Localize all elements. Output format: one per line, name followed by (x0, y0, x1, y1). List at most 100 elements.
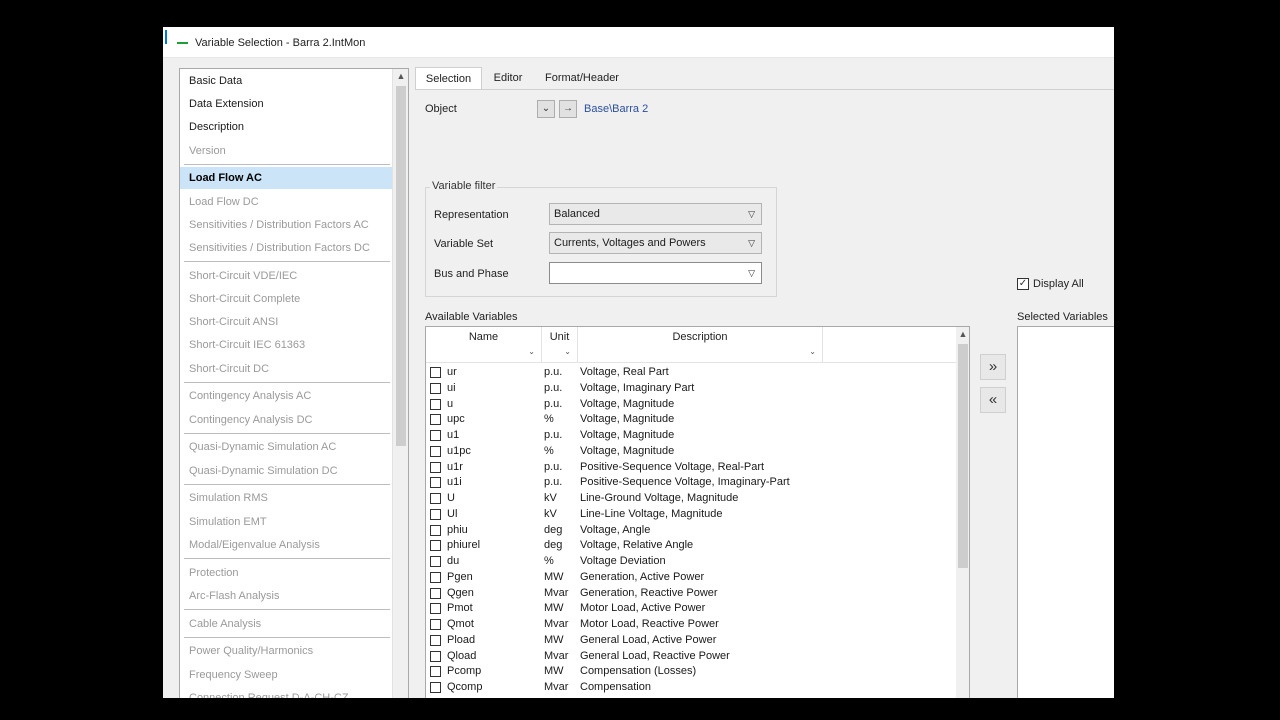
row-checkbox[interactable] (430, 508, 441, 520)
row-checkbox[interactable] (430, 524, 441, 536)
nav-item[interactable]: Load Flow AC (180, 167, 392, 190)
row-checkbox[interactable] (430, 540, 441, 552)
row-checkbox[interactable] (430, 477, 441, 489)
nav-item[interactable]: Simulation EMT (180, 511, 392, 533)
nav-item[interactable]: Cable Analysis (180, 613, 392, 635)
table-row[interactable]: Pload MW General Load, Active Power (426, 633, 956, 649)
nav-item[interactable]: Quasi-Dynamic Simulation DC (180, 460, 392, 482)
column-unit-header[interactable]: Unit ⌄ (542, 327, 578, 363)
variable-unit-cell: p.u. (544, 381, 563, 394)
nav-item[interactable]: Power Quality/Harmonics (180, 640, 392, 662)
variable-set-select[interactable]: Currents, Voltages and Powers ▽ (549, 232, 762, 254)
row-checkbox[interactable] (430, 430, 441, 441)
variable-name-cell: Ul (447, 507, 458, 520)
scroll-up-icon[interactable]: ▲ (956, 329, 969, 339)
table-row[interactable]: u1 p.u. Voltage, Magnitude (426, 428, 956, 444)
row-checkbox[interactable] (430, 634, 441, 646)
table-row[interactable]: Pgen MW Generation, Active Power (426, 570, 956, 586)
table-row[interactable]: Qmot Mvar Motor Load, Reactive Power (426, 617, 956, 633)
variable-unit-cell: deg (544, 539, 563, 552)
nav-scroll-thumb[interactable] (396, 86, 406, 446)
tab-selection[interactable]: Selection (415, 67, 482, 89)
bus-phase-select[interactable]: ▽ (549, 262, 762, 284)
row-checkbox[interactable] (430, 398, 441, 410)
nav-item[interactable]: Modal/Eigenvalue Analysis (180, 534, 392, 556)
tab-format-header[interactable]: Format/Header (535, 67, 629, 89)
row-checkbox[interactable] (430, 650, 441, 662)
nav-item[interactable]: Quasi-Dynamic Simulation AC (180, 436, 392, 458)
table-scrollbar[interactable]: ▲ (956, 327, 969, 698)
nav-item[interactable]: Version (180, 140, 392, 162)
row-checkbox[interactable] (430, 556, 441, 567)
nav-scrollbar[interactable]: ▲ (392, 69, 408, 698)
table-row[interactable]: Qcomp Mvar Compensation (426, 680, 956, 696)
add-variable-button[interactable]: » (980, 354, 1006, 380)
display-all-checkbox[interactable]: ✓ (1017, 278, 1029, 290)
row-checkbox[interactable] (430, 603, 441, 615)
tab-editor[interactable]: Editor (485, 67, 531, 89)
table-scroll-thumb[interactable] (958, 344, 968, 568)
column-description-header[interactable]: Description ⌄ (578, 327, 823, 363)
table-row[interactable]: phiurel deg Voltage, Relative Angle (426, 538, 956, 554)
chevron-down-icon[interactable]: ⌄ (809, 347, 816, 356)
table-row[interactable]: Qgen Mvar Generation, Reactive Power (426, 586, 956, 602)
row-checkbox[interactable] (430, 493, 441, 504)
table-row[interactable]: upc% Voltage, Magnitude (426, 412, 956, 428)
table-row[interactable]: UkV Line-Ground Voltage, Magnitude (426, 491, 956, 507)
row-checkbox[interactable] (430, 461, 441, 473)
nav-item[interactable]: Contingency Analysis AC (180, 385, 392, 407)
row-checkbox[interactable] (430, 571, 441, 583)
representation-select[interactable]: Balanced ▽ (549, 203, 762, 225)
variable-description-cell: Line-Line Voltage, Magnitude (580, 507, 723, 520)
object-dropdown-button[interactable]: ⌄ (537, 100, 555, 118)
scroll-up-icon[interactable]: ▲ (393, 71, 408, 81)
table-row[interactable]: u1i p.u. Positive-Sequence Voltage, Imagin… (426, 475, 956, 491)
variable-description-cell: Motor Load, Active Power (580, 602, 706, 615)
row-checkbox[interactable] (430, 382, 441, 394)
table-row[interactable]: Qload Mvar General Load, Reactive Power (426, 649, 956, 665)
table-row[interactable]: Pmot MW Motor Load, Active Power (426, 601, 956, 617)
nav-item[interactable]: Sensitivities / Distribution Factors DC (180, 237, 392, 259)
nav-item[interactable]: Data Extension (180, 93, 392, 115)
table-row[interactable]: ui p.u. Voltage, Imaginary Part (426, 381, 956, 397)
representation-value: Balanced (554, 208, 600, 220)
row-checkbox[interactable] (430, 587, 441, 599)
nav-item[interactable]: Simulation RMS (180, 487, 392, 509)
table-row[interactable]: u1pc% Voltage, Magnitude (426, 444, 956, 460)
remove-variable-button[interactable]: « (980, 387, 1006, 413)
nav-item[interactable]: Short-Circuit ANSI (180, 311, 392, 333)
nav-item[interactable]: Short-Circuit Complete (180, 288, 392, 310)
row-checkbox[interactable] (430, 414, 441, 426)
nav-item[interactable]: Description (180, 116, 392, 138)
nav-item[interactable]: Connection Request D-A-CH-CZ (180, 687, 392, 698)
nav-item[interactable]: Basic Data (180, 70, 392, 92)
row-checkbox[interactable] (430, 666, 441, 678)
selected-variables-list[interactable] (1017, 326, 1114, 698)
table-row[interactable]: u1r p.u. Positive-Sequence Voltage, Real-P… (426, 460, 956, 476)
column-name-header[interactable]: Name ⌄ (426, 327, 542, 363)
title-bar[interactable]: Variable Selection - Barra 2.IntMon (163, 27, 1114, 58)
nav-item[interactable]: Short-Circuit DC (180, 358, 392, 380)
table-row[interactable]: Pcomp MW Compensation (Losses) (426, 664, 956, 680)
nav-item[interactable]: Protection (180, 562, 392, 584)
chevron-down-icon[interactable]: ⌄ (564, 347, 571, 356)
nav-item[interactable]: Contingency Analysis DC (180, 409, 392, 431)
row-checkbox[interactable] (430, 682, 441, 693)
table-row[interactable]: phiu deg Voltage, Angle (426, 523, 956, 539)
nav-item[interactable]: Short-Circuit IEC 61363 (180, 334, 392, 356)
nav-item[interactable]: Arc-Flash Analysis (180, 585, 392, 607)
nav-item[interactable]: Sensitivities / Distribution Factors AC (180, 214, 392, 236)
row-checkbox[interactable] (430, 619, 441, 630)
nav-item[interactable]: Short-Circuit VDE/IEC (180, 265, 392, 287)
table-row[interactable]: du% Voltage Deviation (426, 554, 956, 570)
table-row[interactable]: Ul kV Line-Line Voltage, Magnitude (426, 507, 956, 523)
row-checkbox[interactable] (430, 445, 441, 457)
table-row[interactable]: ur p.u. Voltage, Real Part (426, 365, 956, 381)
table-row[interactable]: u p.u. Voltage, Magnitude (426, 397, 956, 413)
object-jump-button[interactable]: → (559, 100, 577, 118)
chevron-down-icon[interactable]: ⌄ (528, 347, 535, 356)
nav-item[interactable]: Load Flow DC (180, 191, 392, 213)
row-checkbox[interactable] (430, 367, 441, 378)
object-path-link[interactable]: Base\Barra 2 (584, 103, 648, 115)
nav-item[interactable]: Frequency Sweep (180, 664, 392, 686)
